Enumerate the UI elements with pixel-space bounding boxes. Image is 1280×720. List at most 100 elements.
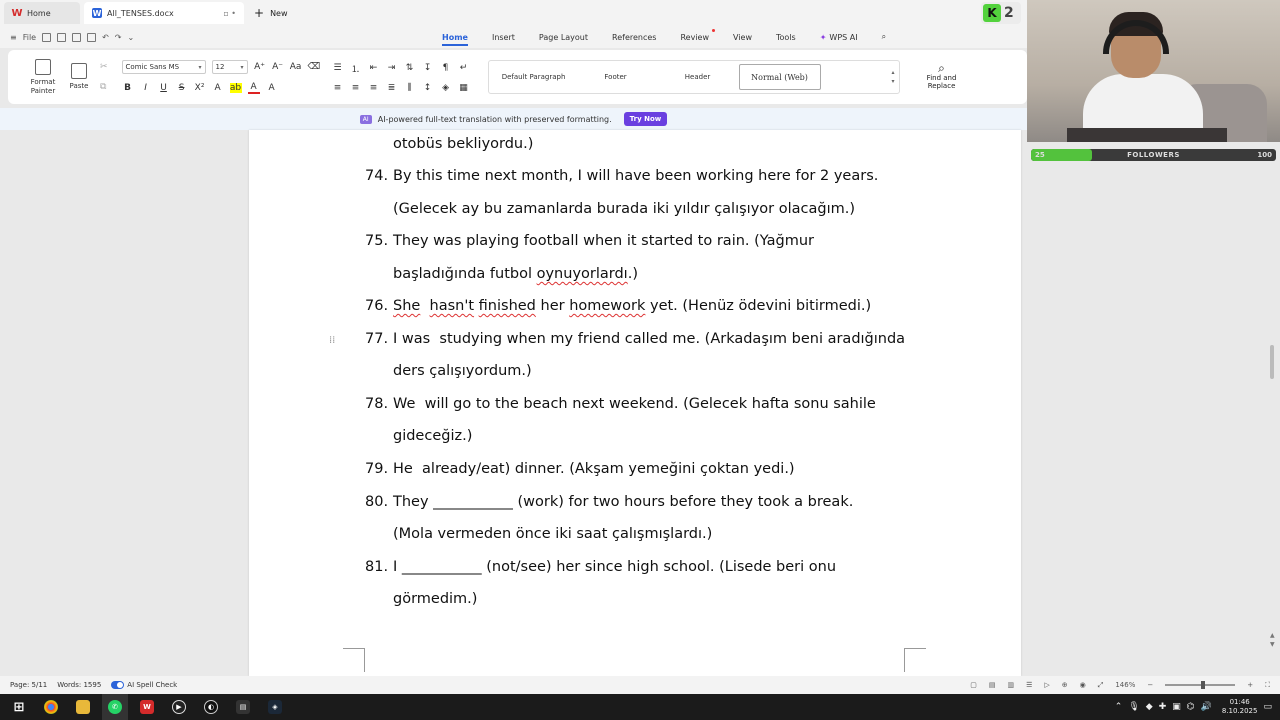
menu-home[interactable]: Home bbox=[430, 26, 480, 48]
line-spacing-icon[interactable]: ↕ bbox=[422, 83, 434, 93]
borders-icon[interactable]: ▦ bbox=[458, 83, 470, 93]
zoom-out-icon[interactable]: − bbox=[1147, 681, 1153, 689]
text-effect-icon[interactable]: A bbox=[212, 83, 224, 93]
start-button[interactable]: ⊞ bbox=[6, 694, 32, 720]
copy-icon[interactable]: ⧉ bbox=[100, 82, 108, 92]
bullets-icon[interactable]: ☰ bbox=[332, 63, 344, 73]
justify-icon[interactable]: ≣ bbox=[386, 83, 398, 93]
taskbar-obs[interactable]: ◐ bbox=[198, 694, 224, 720]
font-size-select[interactable]: 12 ▾ bbox=[211, 60, 248, 74]
redo-icon[interactable]: ↷ bbox=[115, 33, 122, 42]
spell-error-word[interactable]: finished bbox=[479, 298, 536, 314]
taskbar-app[interactable]: ▤ bbox=[230, 694, 256, 720]
tray-app-icon[interactable]: ◆ bbox=[1146, 702, 1153, 712]
document-page[interactable]: otobüs bekliyordu.) 74. By this time nex… bbox=[249, 130, 1021, 676]
cut-icon[interactable]: ✂ bbox=[100, 62, 108, 72]
style-footer[interactable]: Footer bbox=[575, 64, 657, 90]
read-mode-icon[interactable]: ▤ bbox=[989, 681, 996, 689]
taskbar-chrome[interactable] bbox=[38, 694, 64, 720]
spell-error-word[interactable]: She bbox=[393, 298, 420, 314]
print-icon[interactable] bbox=[72, 32, 82, 42]
taskbar-wps[interactable]: W bbox=[134, 694, 160, 720]
spell-error-word[interactable]: homework bbox=[569, 298, 645, 314]
save-icon[interactable] bbox=[42, 32, 52, 42]
styles-scroll[interactable]: ▴ ▾ bbox=[892, 69, 895, 85]
tray-overflow-icon[interactable]: ⌃ bbox=[1115, 702, 1123, 712]
page-indicator[interactable]: Page: 5/11 bbox=[10, 681, 47, 689]
tray-app-icon[interactable]: ✚ bbox=[1159, 702, 1167, 712]
strikethrough-icon[interactable]: S bbox=[176, 83, 188, 93]
try-now-button[interactable]: Try Now bbox=[623, 112, 668, 126]
numbering-icon[interactable]: ⒈ bbox=[350, 62, 362, 75]
taskbar-explorer[interactable] bbox=[70, 694, 96, 720]
network-icon[interactable]: ⌬ bbox=[1187, 702, 1195, 712]
menu-wps-ai[interactable]: ✦ WPS AI bbox=[808, 26, 870, 48]
play-icon[interactable]: ▷ bbox=[1044, 681, 1049, 689]
file-menu[interactable]: File bbox=[23, 33, 36, 42]
microphone-icon[interactable]: 🎙 bbox=[1128, 702, 1139, 712]
zoom-level[interactable]: 146% bbox=[1115, 681, 1135, 689]
zoom-slider[interactable] bbox=[1165, 681, 1236, 689]
sort-icon[interactable]: ↧ bbox=[422, 63, 434, 73]
bold-icon[interactable]: B bbox=[122, 83, 134, 93]
protect-icon[interactable]: ▢ bbox=[970, 681, 977, 689]
taskbar-media[interactable]: ▶ bbox=[166, 694, 192, 720]
grow-font-icon[interactable]: A⁺ bbox=[254, 62, 266, 72]
web-layout-icon[interactable]: ⊕ bbox=[1062, 681, 1068, 689]
spell-error-word[interactable]: oynuyorlardı bbox=[537, 266, 628, 282]
word-count[interactable]: Words: 1595 bbox=[57, 681, 101, 689]
tab-document[interactable]: W All_TENSES.docx ▫ • bbox=[84, 2, 244, 24]
eye-protection-icon[interactable]: ◉ bbox=[1080, 681, 1086, 689]
style-header[interactable]: Header bbox=[657, 64, 739, 90]
scroll-down-icon[interactable]: ▼ bbox=[1270, 641, 1275, 648]
line-break-icon[interactable]: ↵ bbox=[458, 63, 470, 73]
export-icon[interactable] bbox=[57, 32, 67, 42]
more-chevron-icon[interactable]: ⌄ bbox=[128, 33, 135, 42]
new-tab-button[interactable]: + New bbox=[254, 6, 288, 20]
italic-icon[interactable]: I bbox=[140, 83, 152, 93]
page-view-icon[interactable]: ▥ bbox=[1007, 681, 1014, 689]
menu-references[interactable]: References bbox=[600, 26, 668, 48]
fullscreen-icon[interactable]: ⛶ bbox=[1265, 681, 1270, 690]
find-replace-button[interactable]: ⌕ Find and Replace bbox=[922, 62, 962, 90]
align-right-icon[interactable]: ≡ bbox=[368, 83, 380, 93]
taskbar-whatsapp[interactable]: ✆ bbox=[102, 694, 128, 720]
font-name-select[interactable]: Comic Sans MS ▾ bbox=[121, 60, 206, 74]
tray-app-icon[interactable]: ▣ bbox=[1172, 702, 1181, 712]
zoom-in-icon[interactable]: + bbox=[1247, 681, 1253, 689]
zoom-slider-knob[interactable] bbox=[1201, 681, 1206, 689]
tab-close-icon[interactable]: ▫ • bbox=[223, 9, 236, 18]
style-normal-web[interactable]: Normal (Web) bbox=[738, 64, 821, 90]
menu-page-layout[interactable]: Page Layout bbox=[527, 26, 600, 48]
notifications-icon[interactable]: ▭ bbox=[1263, 702, 1272, 712]
align-center-icon[interactable]: ≡ bbox=[350, 83, 362, 93]
print-preview-icon[interactable] bbox=[87, 32, 97, 42]
format-painter-button[interactable]: Format Painter bbox=[26, 58, 60, 96]
change-case-icon[interactable]: Aa bbox=[290, 62, 302, 72]
menu-review[interactable]: Review bbox=[668, 26, 721, 48]
scroll-up-icon[interactable]: ▲ bbox=[1270, 632, 1275, 639]
show-marks-icon[interactable]: ¶ bbox=[440, 63, 452, 73]
fit-page-icon[interactable]: ⤢ bbox=[1098, 681, 1104, 690]
char-shading-icon[interactable]: A bbox=[266, 83, 278, 93]
clock[interactable]: 01:46 8.10.2025 bbox=[1222, 698, 1258, 716]
outline-icon[interactable]: ☰ bbox=[1026, 681, 1032, 689]
undo-icon[interactable]: ↶ bbox=[102, 33, 109, 42]
shading-icon[interactable]: ◈ bbox=[440, 83, 452, 93]
highlight-icon[interactable]: ab bbox=[229, 83, 242, 93]
vertical-scrollbar[interactable] bbox=[1270, 345, 1274, 379]
taskbar-steam[interactable]: ◈ bbox=[262, 694, 288, 720]
menu-tools[interactable]: Tools bbox=[764, 26, 808, 48]
tab-home[interactable]: W Home bbox=[4, 2, 80, 24]
menu-insert[interactable]: Insert bbox=[480, 26, 527, 48]
style-default-paragraph[interactable]: Default Paragraph bbox=[493, 64, 575, 90]
menu-view[interactable]: View bbox=[721, 26, 764, 48]
shrink-font-icon[interactable]: A⁻ bbox=[272, 62, 284, 72]
clear-format-icon[interactable]: ⌫ bbox=[308, 62, 321, 72]
font-color-icon[interactable]: A bbox=[247, 82, 260, 94]
align-left-icon[interactable]: ≡ bbox=[332, 83, 344, 93]
distributed-icon[interactable]: ⫼ bbox=[404, 83, 416, 93]
asian-layout-icon[interactable]: ⇅ bbox=[404, 63, 416, 73]
spell-check-toggle[interactable]: AI Spell Check bbox=[111, 681, 177, 689]
underline-icon[interactable]: U bbox=[158, 83, 170, 93]
